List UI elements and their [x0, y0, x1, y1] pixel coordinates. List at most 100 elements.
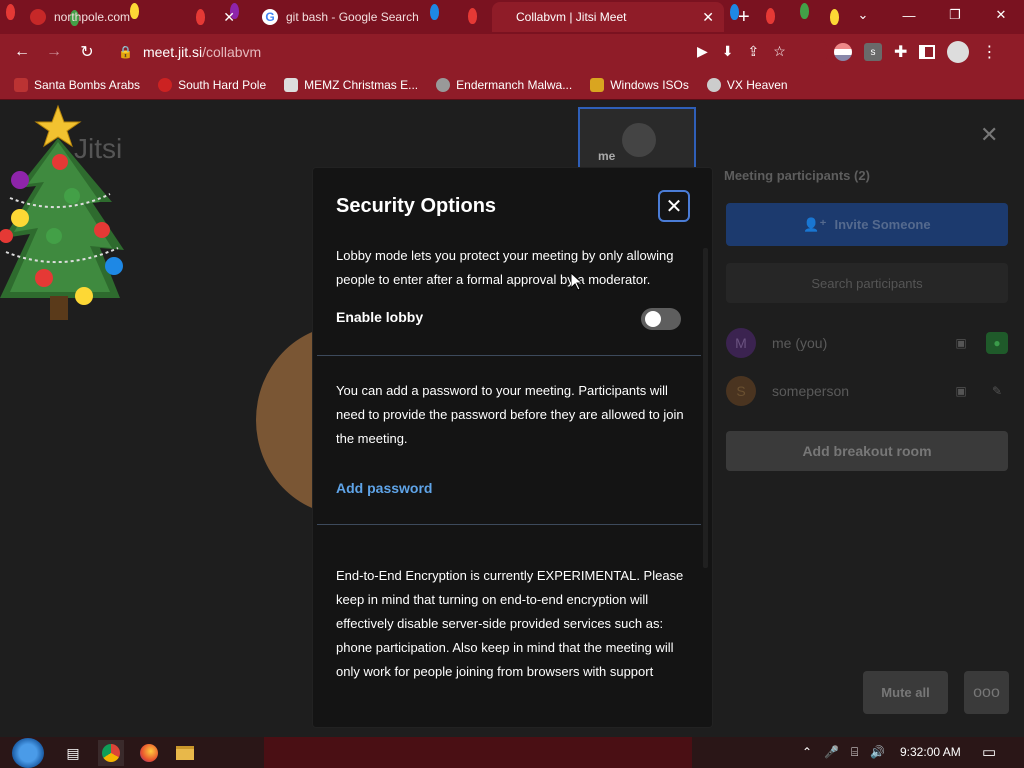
restore-button[interactable]: ❐: [932, 0, 978, 30]
divider: [317, 355, 701, 356]
minimize-button[interactable]: —: [886, 0, 932, 30]
enable-lobby-label: Enable lobby: [336, 309, 424, 325]
bookmark-item[interactable]: MEMZ Christmas E...: [284, 77, 419, 92]
snowflake-icon: [158, 77, 173, 92]
enable-lobby-toggle[interactable]: [641, 308, 681, 330]
profile-avatar-icon[interactable]: [947, 41, 970, 63]
taskbar-clock[interactable]: 9:32:00 AM: [900, 745, 961, 759]
extension-s-icon[interactable]: s: [864, 43, 882, 61]
firefox-taskbar-icon[interactable]: [136, 740, 162, 766]
side-panel-icon[interactable]: [919, 45, 936, 59]
forward-button[interactable]: →: [42, 40, 66, 64]
skull-icon: [706, 77, 721, 92]
window-controls: ⌄ — ❐ ✕: [840, 0, 1024, 32]
add-user-icon: 👤⁺: [803, 216, 827, 232]
start-button[interactable]: [12, 738, 44, 768]
menu-kebab-icon[interactable]: ⋮: [981, 42, 997, 62]
new-tab-button[interactable]: +: [738, 6, 750, 29]
tab-google-search[interactable]: G git bash - Google Search: [252, 2, 488, 32]
jitsi-favicon-icon: [502, 9, 508, 25]
puzzle-icon[interactable]: ✚: [894, 42, 907, 62]
share-icon[interactable]: ⇪: [748, 43, 760, 60]
search-participants-input[interactable]: Search participants: [726, 263, 1008, 303]
site-favicon-icon: [30, 9, 46, 25]
camera-off-icon: ▣: [955, 384, 967, 398]
tab-collabvm-jitsi[interactable]: Collabvm | Jitsi Meet ✕: [492, 2, 724, 32]
address-bar-actions: ▶ ⬇ ⇪ ☆: [697, 43, 786, 60]
bookmark-label: South Hard Pole: [178, 77, 267, 92]
notifications-icon[interactable]: ▭: [982, 743, 996, 761]
mouse-cursor-icon: [571, 273, 583, 291]
add-breakout-room-button[interactable]: Add breakout room: [726, 431, 1008, 471]
bookmark-star-icon[interactable]: ☆: [773, 43, 786, 60]
reload-button[interactable]: ↻: [75, 40, 99, 64]
close-dialog-button[interactable]: ✕: [658, 190, 690, 222]
extension-flag-icon[interactable]: [834, 43, 852, 61]
christmas-tree-decoration: [0, 104, 124, 320]
bookmark-label: Endermanch Malwa...: [456, 77, 573, 92]
network-icon[interactable]: ⌸: [851, 745, 858, 760]
system-tray: ⌃ 🎤 ⌸ 🔊: [802, 745, 885, 760]
url-host: meet.jit.si: [142, 44, 203, 60]
avatar: S: [726, 376, 756, 406]
invite-someone-button[interactable]: 👤⁺ Invite Someone: [726, 203, 1008, 246]
thumbnail-name: me: [598, 149, 616, 163]
back-button[interactable]: ←: [10, 40, 34, 64]
close-panel-icon[interactable]: ✕: [980, 122, 998, 148]
santa-icon: [14, 77, 28, 92]
install-icon[interactable]: ⬇: [722, 43, 734, 60]
e2ee-description: End-to-End Encryption is currently EXPER…: [336, 568, 684, 679]
user-avatar-icon: [622, 123, 656, 157]
page-icon: [284, 77, 299, 92]
tab-title: northpole.com: [54, 10, 131, 24]
bookmark-item[interactable]: Endermanch Malwa...: [436, 77, 573, 92]
file-explorer-icon[interactable]: [172, 740, 198, 766]
mute-all-button[interactable]: Mute all: [863, 671, 948, 714]
dialog-scrollbar[interactable]: [703, 248, 708, 568]
invite-label: Invite Someone: [834, 217, 931, 232]
close-window-button[interactable]: ✕: [978, 0, 1024, 30]
bookmarks-bar: Santa Bombs Arabs South Hard Pole MEMZ C…: [0, 70, 1024, 100]
participant-name: someperson: [772, 383, 850, 399]
security-options-dialog: Security Options ✕ Lobby mode lets you p…: [313, 168, 712, 727]
participant-controls: ▣ ●: [950, 332, 1008, 354]
bookmark-item[interactable]: South Hard Pole: [158, 77, 267, 92]
url-path: /collabvm: [202, 44, 262, 60]
tab-title: Collabvm | Jitsi Meet: [516, 10, 627, 24]
participants-panel-title: Meeting participants (2): [724, 168, 870, 183]
add-password-link[interactable]: Add password: [336, 480, 432, 496]
tab-northpole[interactable]: northpole.com ✕: [20, 2, 245, 32]
bookmark-label: Santa Bombs Arabs: [34, 77, 141, 92]
tray-chevron-icon[interactable]: ⌃: [802, 745, 812, 760]
trophy-icon: [590, 77, 605, 92]
participant-controls: ▣ ✎: [950, 380, 1008, 402]
bookmark-item[interactable]: Santa Bombs Arabs: [14, 77, 141, 92]
camera-off-icon: ▣: [955, 336, 967, 350]
google-favicon-icon: G: [262, 9, 278, 25]
dialog-title: Security Options: [336, 195, 497, 217]
extensions-area: s ✚ ⋮: [834, 41, 997, 63]
lock-icon[interactable]: 🔒: [118, 45, 133, 59]
close-tab-icon[interactable]: ✕: [223, 9, 235, 26]
chrome-taskbar-icon[interactable]: [98, 740, 124, 766]
avatar: M: [726, 328, 756, 358]
microphone-muted-icon: ✎: [991, 384, 1003, 398]
password-description: You can add a password to your meeting. …: [336, 383, 684, 446]
bookmark-item[interactable]: VX Heaven: [706, 77, 788, 92]
bookmark-label: Windows ISOs: [610, 77, 689, 92]
bookmark-label: MEMZ Christmas E...: [304, 77, 419, 92]
camera-icon[interactable]: ▶: [697, 43, 708, 60]
task-view-icon[interactable]: ▤: [60, 740, 86, 766]
microphone-icon[interactable]: 🎤: [824, 745, 839, 760]
taskbar-wallpaper-strip: [264, 737, 692, 768]
bookmark-label: VX Heaven: [726, 77, 788, 92]
participant-row[interactable]: M me (you) ▣ ●: [726, 327, 1008, 359]
close-tab-icon[interactable]: ✕: [702, 9, 714, 26]
participant-row[interactable]: S someperson ▣ ✎: [726, 375, 1008, 407]
bookmark-item[interactable]: Windows ISOs: [590, 77, 689, 92]
local-video-thumbnail[interactable]: me: [578, 107, 696, 169]
more-options-button[interactable]: ooo: [964, 671, 1009, 714]
volume-icon[interactable]: 🔊: [870, 745, 885, 760]
tab-search-chevron-icon[interactable]: ⌄: [840, 0, 886, 30]
microphone-on-icon: ●: [986, 332, 1008, 354]
